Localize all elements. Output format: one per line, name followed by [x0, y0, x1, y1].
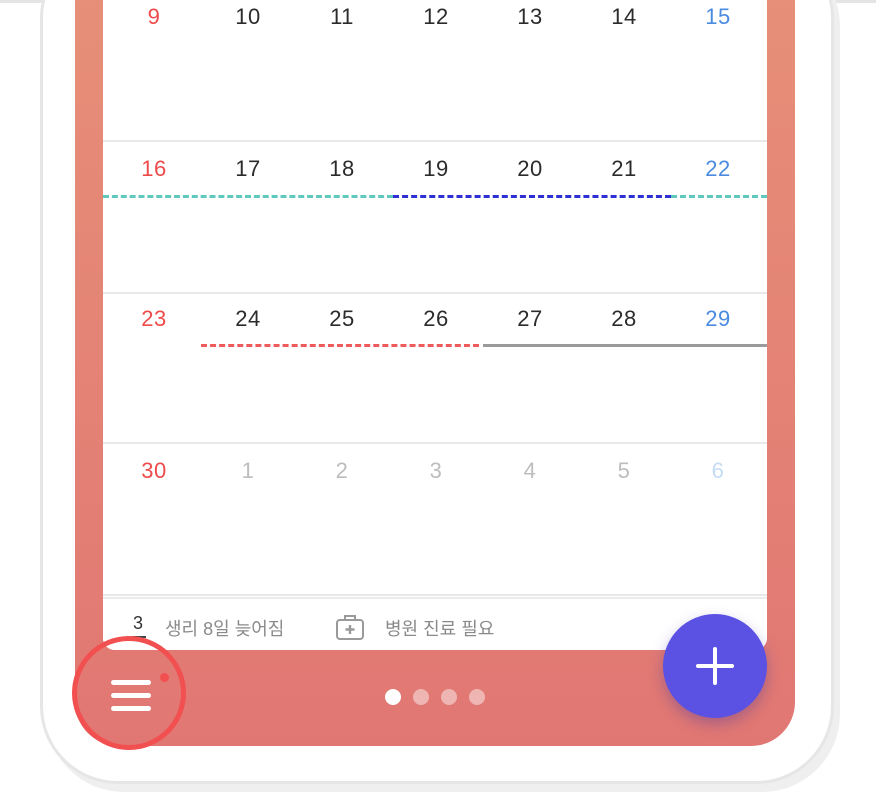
- period-late-text: 생리 8일 늦어짐: [165, 619, 285, 639]
- fertile-window-line: [671, 195, 767, 198]
- calendar-day[interactable]: 25: [295, 306, 389, 332]
- page-dot[interactable]: [413, 689, 429, 705]
- late-period-line: [483, 344, 767, 347]
- menu-button[interactable]: [72, 636, 186, 750]
- calendar-day[interactable]: 22: [671, 156, 765, 182]
- ovulation-period-line: [393, 195, 671, 198]
- calendar-week: 23 24 25 26 27 28 29: [103, 292, 767, 444]
- calendar-day[interactable]: 14: [577, 4, 671, 30]
- calendar-day[interactable]: 9: [107, 4, 201, 30]
- calendar-day[interactable]: 16: [107, 156, 201, 182]
- expected-period-line: [201, 344, 479, 347]
- fertile-window-line: [103, 195, 393, 198]
- calendar-day[interactable]: 28: [577, 306, 671, 332]
- calendar-day[interactable]: 24: [201, 306, 295, 332]
- calendar-day[interactable]: 18: [295, 156, 389, 182]
- calendar-day[interactable]: 2: [295, 458, 389, 484]
- calendar-day[interactable]: 29: [671, 306, 765, 332]
- calendar-day[interactable]: 30: [107, 458, 201, 484]
- calendar-day[interactable]: 4: [483, 458, 577, 484]
- hospital-visit-text: 병원 진료 필요: [385, 619, 495, 639]
- calendar-day[interactable]: 10: [201, 4, 295, 30]
- calendar-day[interactable]: 12: [389, 4, 483, 30]
- notification-dot: [160, 673, 169, 682]
- medical-kit-icon: [335, 613, 365, 641]
- calendar-day[interactable]: 19: [389, 156, 483, 182]
- calendar-week: 30 1 2 3 4 5 6: [103, 444, 767, 596]
- calendar-grid: 9 10 11 12 13 14 15 16 17 18 19 20 21 22…: [103, 0, 767, 650]
- calendar-week: 9 10 11 12 13 14 15: [103, 0, 767, 142]
- calendar-day[interactable]: 3: [389, 458, 483, 484]
- calendar-day[interactable]: 5: [577, 458, 671, 484]
- late-days-count: 3: [133, 613, 144, 633]
- calendar-day[interactable]: 6: [671, 458, 765, 484]
- calendar-day[interactable]: 1: [201, 458, 295, 484]
- calendar-day[interactable]: 13: [483, 4, 577, 30]
- calendar-week: 16 17 18 19 20 21 22: [103, 142, 767, 294]
- calendar-day[interactable]: 21: [577, 156, 671, 182]
- calendar-day[interactable]: 20: [483, 156, 577, 182]
- add-button[interactable]: [663, 614, 767, 718]
- calendar-day[interactable]: 26: [389, 306, 483, 332]
- page-dot-active[interactable]: [385, 689, 401, 705]
- calendar-day[interactable]: 15: [671, 4, 765, 30]
- calendar-day[interactable]: 17: [201, 156, 295, 182]
- calendar-day[interactable]: 11: [295, 4, 389, 30]
- calendar-day[interactable]: 27: [483, 306, 577, 332]
- page-dot[interactable]: [469, 689, 485, 705]
- page-dot[interactable]: [441, 689, 457, 705]
- calendar-day[interactable]: 23: [107, 306, 201, 332]
